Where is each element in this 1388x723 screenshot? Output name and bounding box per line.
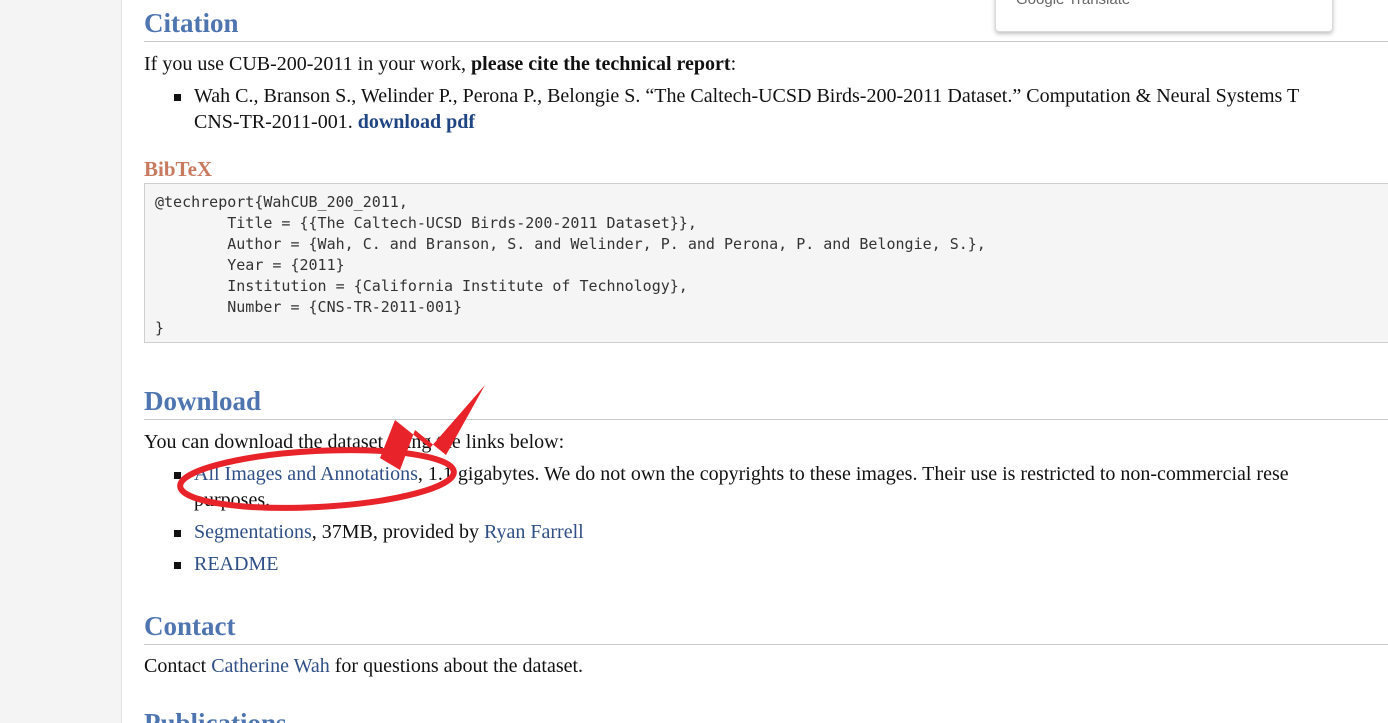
list-item: All Images and Annotations, 1.1 gigabyte…: [144, 461, 1388, 513]
download-intro: You can download the dataset using the l…: [144, 431, 565, 453]
readme-link[interactable]: README: [194, 553, 278, 575]
citation-intro-bold: please cite the technical report: [471, 53, 731, 75]
all-images-link[interactable]: All Images and Annotations: [194, 463, 418, 485]
list-item: Segmentations, 37MB, provided by Ryan Fa…: [144, 519, 1388, 545]
bibtex-code-block: @techreport{WahCUB_200_2011, Title = {{T…: [144, 183, 1388, 343]
ryan-farrell-link[interactable]: Ryan Farrell: [484, 521, 584, 543]
list-item: README: [144, 551, 1388, 577]
citation-heading: Citation: [144, 8, 1388, 42]
citation-list: Wah C., Branson S., Welinder P., Perona …: [144, 83, 1388, 135]
publications-heading: Publications: [144, 708, 287, 723]
download-list: All Images and Annotations, 1.1 gigabyte…: [144, 461, 1388, 577]
main-content: Citation If you use CUB-200-2011 in your…: [144, 0, 1388, 723]
segmentations-link[interactable]: Segmentations: [194, 521, 312, 543]
bibtex-heading: BibTeX: [144, 157, 213, 181]
contact-text: Contact Catherine Wah for questions abou…: [144, 655, 584, 677]
contact-heading: Contact: [144, 611, 1388, 645]
left-gutter: [0, 0, 122, 723]
download-pdf-link[interactable]: download pdf: [358, 111, 475, 133]
download-heading: Download: [144, 386, 1388, 420]
citation-intro: If you use CUB-200-2011 in your work, pl…: [144, 53, 737, 75]
catherine-wah-link[interactable]: Catherine Wah: [211, 655, 330, 677]
citation-reference: Wah C., Branson S., Welinder P., Perona …: [144, 83, 1388, 135]
